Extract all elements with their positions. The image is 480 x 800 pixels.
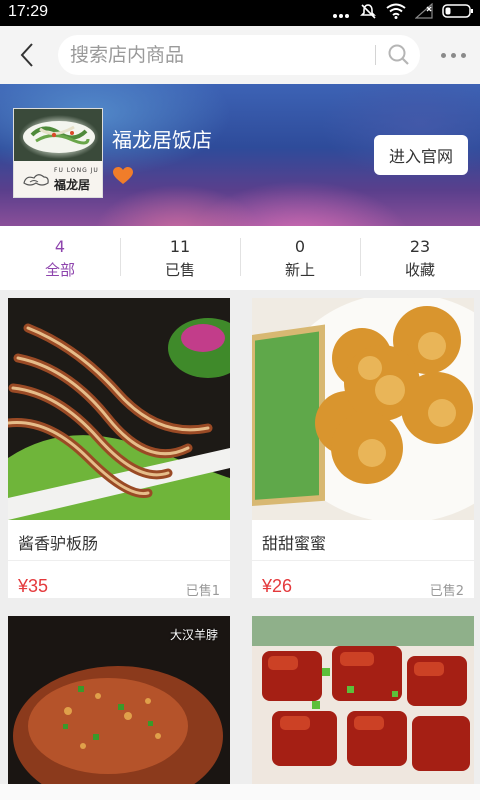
more-dot-icon (460, 52, 466, 58)
status-bar: 17:29 (0, 0, 480, 26)
more-options-button[interactable] (438, 46, 468, 64)
image-caption: 大汉羊脖 (169, 628, 218, 642)
stat-label: 已售 (164, 261, 195, 279)
stats-bar: 4 全部 11 已售 0 新上 23 收藏 (0, 226, 480, 290)
product-sold-count: 已售1 (185, 584, 220, 598)
divider (8, 560, 230, 561)
product-sold-count: 已售2 (429, 584, 464, 598)
more-dot-icon (440, 52, 446, 58)
stat-label: 新上 (284, 261, 315, 279)
search-box (58, 35, 420, 75)
tab-all[interactable]: 4 全部 (0, 226, 120, 290)
product-card[interactable]: 酱香驴板肠 ¥35 已售1 (8, 298, 230, 598)
shop-logo[interactable]: FU LONG JU 福龙居 (13, 108, 103, 198)
divider (252, 560, 474, 561)
product-card[interactable]: 甜甜蜜蜜 ¥26 已售2 (252, 298, 474, 598)
stat-count: 23 (409, 237, 431, 256)
product-image (252, 298, 474, 520)
shop-logo-text-en: FU LONG JU (54, 167, 99, 174)
shop-banner: FU LONG JU 福龙居 福龙居饭店 进入官网 (0, 84, 480, 226)
tab-new[interactable]: 0 新上 (240, 226, 360, 290)
more-dot-icon (450, 52, 456, 58)
product-name: 甜甜蜜蜜 (262, 534, 327, 553)
product-grid: 酱香驴板肠 ¥35 已售1 甜甜蜜蜜 ¥26 已售2 大汉羊脖 (0, 290, 480, 800)
product-card[interactable]: 大汉羊脖 (8, 616, 230, 786)
status-time: 17:29 (8, 3, 49, 20)
shop-logo-photo (14, 109, 102, 161)
product-card[interactable] (252, 616, 474, 786)
heart-icon (112, 167, 134, 190)
back-arrow-icon (12, 43, 42, 74)
mute-icon (359, 2, 377, 24)
shop-logo-text-cn: 福龙居 (54, 178, 91, 192)
search-header (0, 26, 480, 84)
tab-favorites[interactable]: 23 收藏 (360, 226, 480, 290)
search-button[interactable] (387, 43, 411, 67)
product-price: ¥26 (262, 576, 293, 596)
status-icons (332, 2, 474, 24)
product-price: ¥35 (18, 576, 49, 596)
stat-count: 11 (169, 237, 191, 256)
stat-count: 4 (54, 237, 66, 256)
product-image (8, 298, 230, 520)
search-icon (387, 44, 411, 71)
battery-icon (442, 3, 474, 23)
product-image (252, 616, 474, 786)
search-input[interactable] (70, 35, 366, 75)
search-divider (375, 45, 376, 65)
overflow-dots-icon (332, 4, 350, 23)
back-button[interactable] (12, 40, 42, 70)
signal-icon (414, 2, 433, 23)
product-name: 酱香驴板肠 (18, 534, 99, 553)
tab-sold[interactable]: 11 已售 (120, 226, 240, 290)
enter-website-button[interactable]: 进入官网 (374, 135, 468, 175)
bottom-bar (0, 784, 480, 800)
cloud-logo-icon (22, 171, 50, 189)
stat-label: 收藏 (404, 261, 435, 279)
stat-label: 全部 (44, 261, 75, 279)
product-image: 大汉羊脖 (8, 616, 230, 786)
stat-count: 0 (294, 237, 306, 256)
wifi-icon (386, 3, 406, 23)
favorite-button[interactable] (112, 166, 134, 186)
shop-name: 福龙居饭店 (112, 128, 212, 152)
